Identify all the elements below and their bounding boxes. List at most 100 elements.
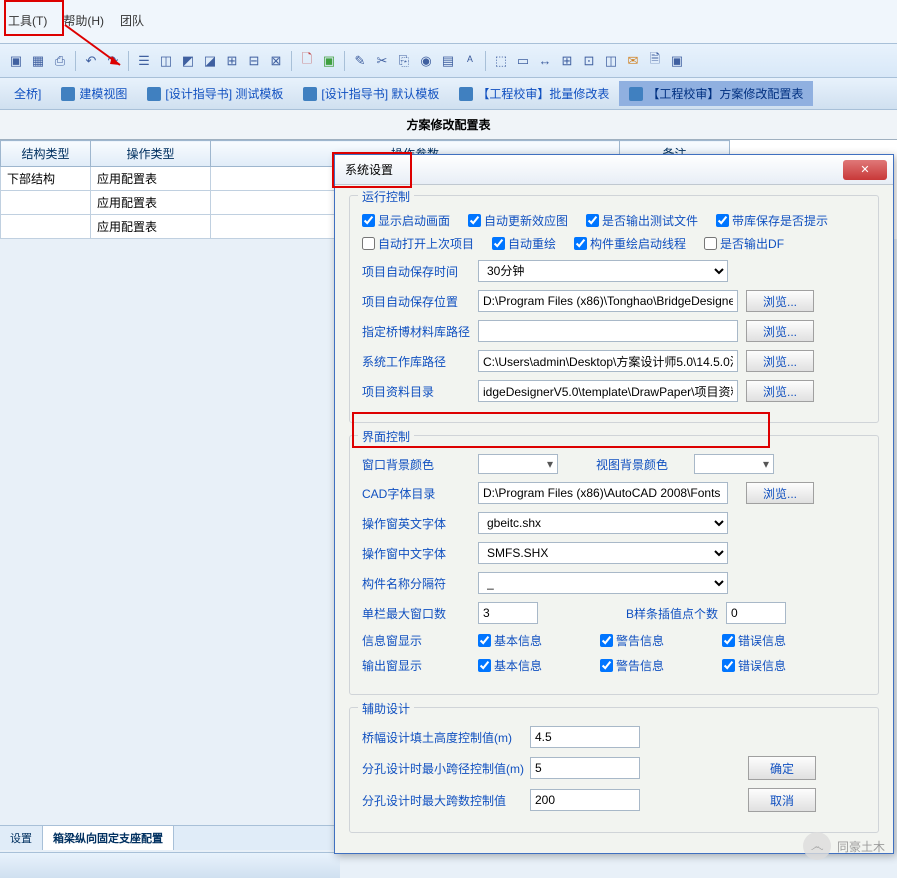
win-bg-picker[interactable]	[478, 454, 558, 474]
browse-button[interactable]: 浏览...	[746, 380, 814, 402]
col-header[interactable]: 结构类型	[1, 141, 91, 167]
menu-help[interactable]: 帮助(H)	[63, 12, 104, 39]
tb-icon[interactable]: 🗋	[297, 50, 317, 72]
tb-icon[interactable]: ⊠	[266, 50, 286, 72]
browse-button[interactable]: 浏览...	[746, 482, 814, 504]
op-cn-font-label: 操作窗中文字体	[362, 545, 470, 562]
chk-error-out[interactable]: 错误信息	[722, 657, 786, 674]
tb-icon[interactable]: ▦	[28, 50, 48, 72]
chk-lib-prompt[interactable]: 带库保存是否提示	[716, 212, 828, 229]
tb-icon[interactable]: ◫	[156, 50, 176, 72]
work-lib-input[interactable]	[478, 350, 738, 372]
tb-icon[interactable]: ↔	[535, 50, 555, 72]
chk-auto-effect[interactable]: 自动更新效应图	[468, 212, 568, 229]
watermark: ෴ 同豪土木	[803, 832, 885, 860]
tb-icon[interactable]: ▣	[319, 50, 339, 72]
max-span-input[interactable]	[530, 789, 640, 811]
tb-icon[interactable]: ⊟	[244, 50, 264, 72]
chk-warn-info[interactable]: 警告信息	[600, 632, 664, 649]
max-win-input[interactable]	[478, 602, 538, 624]
statusbar	[0, 852, 340, 878]
chk-open-last[interactable]: 自动打开上次项目	[362, 235, 474, 252]
doc-tab[interactable]: [设计指导书] 默认模板	[293, 81, 449, 106]
bspline-label: B样条插值点个数	[626, 605, 718, 622]
system-settings-dialog: 系统设置 ✕ 运行控制 显示启动画面 自动更新效应图 是否输出测试文件 带库保存…	[334, 154, 894, 854]
view-bg-picker[interactable]	[694, 454, 774, 474]
tab-icon	[61, 87, 75, 101]
doc-tab[interactable]: 建模视图	[51, 81, 137, 106]
tb-icon[interactable]: 🗎	[645, 50, 665, 72]
chk-basic-out[interactable]: 基本信息	[478, 657, 542, 674]
toolbar: ▣▦⎙ ↶↷ ☰◫◩◪⊞⊟⊠ 🗋▣ ✎✂⎘◉▤ᴬ ⬚▭↔⊞⊡◫✉🗎▣	[0, 44, 897, 78]
tb-icon[interactable]: ᴬ	[460, 50, 480, 72]
tb-icon[interactable]: ◫	[601, 50, 621, 72]
browse-button[interactable]: 浏览...	[746, 350, 814, 372]
tb-icon[interactable]: ✂	[372, 50, 392, 72]
tb-icon[interactable]: ☰	[134, 50, 154, 72]
bottom-tab[interactable]: 箱梁纵向固定支座配置	[43, 826, 174, 850]
comp-sep-select[interactable]: _	[478, 572, 728, 594]
close-button[interactable]: ✕	[843, 160, 887, 180]
view-bg-label: 视图背景颜色	[596, 456, 686, 473]
chk-warn-out[interactable]: 警告信息	[600, 657, 664, 674]
tb-icon[interactable]: ◉	[416, 50, 436, 72]
menu-tools[interactable]: 工具(T)	[8, 12, 47, 39]
tb-icon[interactable]: ⊞	[557, 50, 577, 72]
data-dir-input[interactable]	[478, 380, 738, 402]
tb-icon[interactable]: ◪	[200, 50, 220, 72]
autosave-time-label: 项目自动保存时间	[362, 263, 470, 280]
tb-icon[interactable]: ⊞	[222, 50, 242, 72]
tb-icon[interactable]: ⎘	[394, 50, 414, 72]
tb-icon[interactable]: ⎙	[50, 50, 70, 72]
autosave-loc-input[interactable]	[478, 290, 738, 312]
min-span-input[interactable]	[530, 757, 640, 779]
tb-icon[interactable]: ▤	[438, 50, 458, 72]
op-cn-font-select[interactable]: SMFS.SHX	[478, 542, 728, 564]
col-header[interactable]: 操作类型	[91, 141, 211, 167]
chk-output-test[interactable]: 是否输出测试文件	[586, 212, 698, 229]
data-dir-label: 项目资料目录	[362, 383, 470, 400]
autosave-time-select[interactable]: 30分钟	[478, 260, 728, 282]
wechat-icon: ෴	[803, 832, 831, 860]
doc-tab[interactable]: 全桥]	[4, 81, 51, 106]
group-aux-design: 辅助设计 桥幅设计填土高度控制值(m) 分孔设计时最小跨径控制值(m) 确定 分…	[349, 707, 879, 833]
doc-tab[interactable]: 【工程校审】批量修改表	[449, 81, 619, 106]
tab-icon	[629, 87, 643, 101]
tb-icon[interactable]: ▣	[6, 50, 26, 72]
group-title: 运行控制	[358, 188, 414, 205]
tb-icon[interactable]: ⊡	[579, 50, 599, 72]
chk-component-line[interactable]: 构件重绘启动线程	[574, 235, 686, 252]
op-en-font-select[interactable]: gbeitc.shx	[478, 512, 728, 534]
cad-font-input[interactable]	[478, 482, 728, 504]
tb-icon[interactable]: ✉	[623, 50, 643, 72]
browse-button[interactable]: 浏览...	[746, 290, 814, 312]
doc-tabbar: 全桥] 建模视图 [设计指导书] 测试模板 [设计指导书] 默认模板 【工程校审…	[0, 78, 897, 110]
tb-icon[interactable]: ▭	[513, 50, 533, 72]
fill-h-input[interactable]	[530, 726, 640, 748]
chk-error-info[interactable]: 错误信息	[722, 632, 786, 649]
group-title: 界面控制	[358, 428, 414, 445]
tab-icon	[147, 87, 161, 101]
cancel-button[interactable]: 取消	[748, 788, 816, 812]
tb-icon[interactable]: ✎	[350, 50, 370, 72]
chk-output-df[interactable]: 是否输出DF	[704, 235, 784, 252]
chk-auto-redraw[interactable]: 自动重绘	[492, 235, 556, 252]
tb-icon[interactable]: ▣	[667, 50, 687, 72]
tb-icon[interactable]: ↷	[103, 50, 123, 72]
bspline-input[interactable]	[726, 602, 786, 624]
tb-icon[interactable]: ◩	[178, 50, 198, 72]
chk-basic-info[interactable]: 基本信息	[478, 632, 542, 649]
min-span-label: 分孔设计时最小跨径控制值(m)	[362, 760, 522, 777]
tb-icon[interactable]: ⬚	[491, 50, 511, 72]
bottom-tab[interactable]: 设置	[0, 826, 43, 850]
comp-sep-label: 构件名称分隔符	[362, 575, 470, 592]
mat-lib-label: 指定桥博材料库路径	[362, 323, 470, 340]
browse-button[interactable]: 浏览...	[746, 320, 814, 342]
doc-tab[interactable]: [设计指导书] 测试模板	[137, 81, 293, 106]
ok-button[interactable]: 确定	[748, 756, 816, 780]
mat-lib-input[interactable]	[478, 320, 738, 342]
doc-tab[interactable]: 【工程校审】方案修改配置表	[619, 81, 813, 106]
menu-team[interactable]: 团队	[120, 12, 144, 39]
chk-show-splash[interactable]: 显示启动画面	[362, 212, 450, 229]
tb-icon[interactable]: ↶	[81, 50, 101, 72]
